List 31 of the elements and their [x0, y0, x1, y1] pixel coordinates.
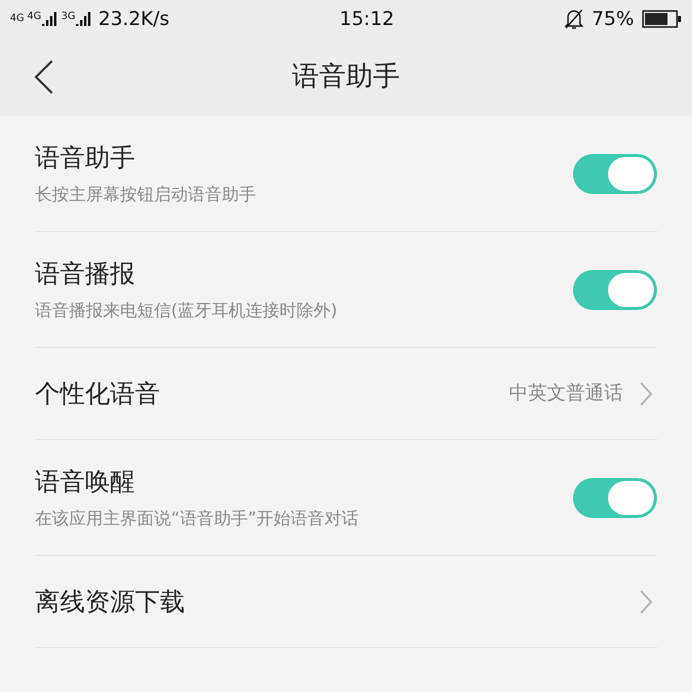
setting-title: 个性化语音: [35, 378, 161, 410]
network-speed: 23.2K/s: [98, 6, 170, 32]
toggle-switch[interactable]: [573, 478, 657, 518]
setting-value: 中英文普通话: [509, 381, 623, 406]
settings-row[interactable]: 语音播报 语音播报来电短信(蓝牙耳机连接时除外): [35, 232, 657, 348]
page-title: 语音助手: [292, 60, 400, 94]
network-label: 4G: [27, 12, 42, 22]
setting-title: 语音唤醒: [35, 466, 136, 498]
signal-icon: [42, 12, 58, 26]
settings-row[interactable]: 离线资源下载: [35, 556, 657, 648]
setting-description: 长按主屏幕按钮启动语音助手: [35, 184, 257, 206]
setting-title: 语音助手: [35, 142, 136, 174]
setting-description: 在该应用主界面说“语音助手”开始语音对话: [35, 508, 360, 530]
chevron-right-icon: [639, 380, 653, 406]
muted-bell-icon: [564, 8, 584, 30]
setting-title: 语音播报: [35, 258, 136, 290]
settings-row[interactable]: 语音唤醒 在该应用主界面说“语音助手”开始语音对话: [35, 440, 657, 556]
clock: 15:12: [338, 6, 396, 32]
network-label: 3G: [61, 12, 76, 22]
battery-percent: 75%: [592, 6, 634, 32]
battery-icon: [642, 10, 682, 28]
back-icon: [34, 59, 54, 95]
setting-title: 离线资源下载: [35, 586, 186, 618]
toggle-switch[interactable]: [573, 270, 657, 310]
settings-row[interactable]: 语音助手 长按主屏幕按钮启动语音助手: [35, 116, 657, 232]
toggle-switch[interactable]: [573, 154, 657, 194]
settings-row[interactable]: 个性化语音 中英文普通话: [35, 348, 657, 440]
signal-icon: [76, 12, 92, 26]
network-label: 4G: [10, 14, 24, 24]
setting-description: 语音播报来电短信(蓝牙耳机连接时除外): [35, 300, 338, 322]
chevron-right-icon: [639, 588, 653, 614]
